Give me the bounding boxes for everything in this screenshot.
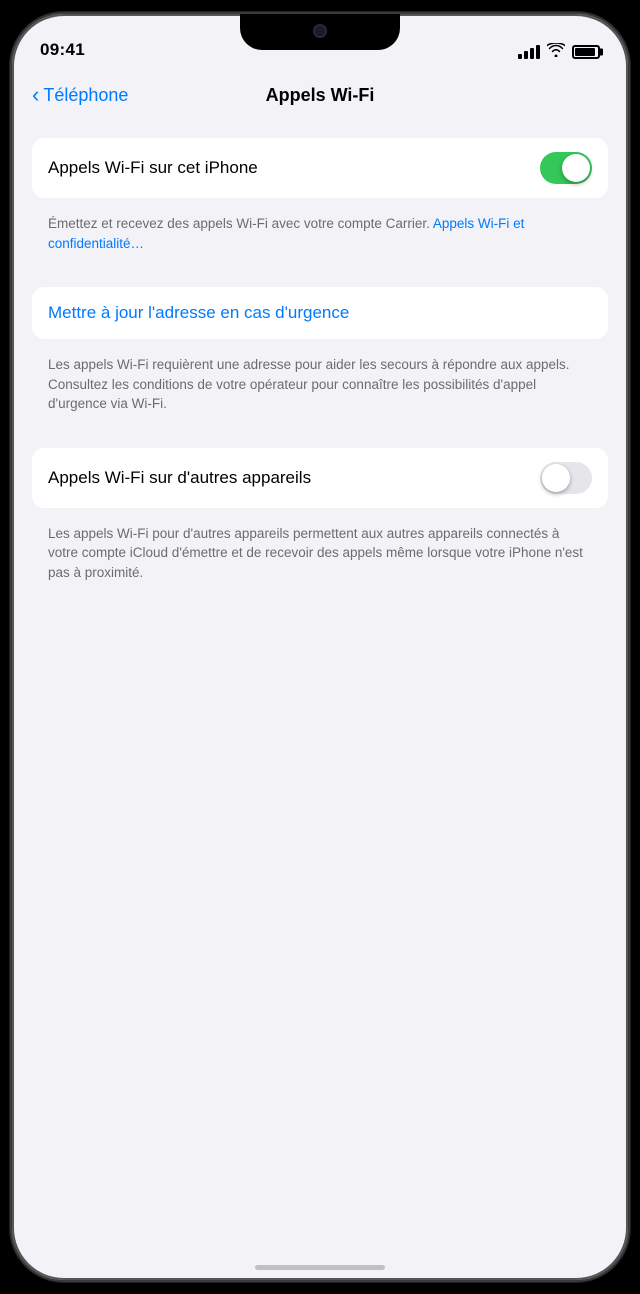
wifi-calls-other-desc: Les appels Wi-Fi pour d'autres appareils…	[32, 516, 608, 597]
volume-up-button[interactable]	[10, 304, 11, 354]
wifi-calls-other-row: Appels Wi-Fi sur d'autres appareils	[32, 448, 608, 508]
status-time: 09:41	[40, 40, 85, 60]
battery-fill	[575, 48, 595, 56]
back-button[interactable]: ‹ Téléphone	[32, 85, 128, 106]
status-icons	[518, 43, 600, 60]
notch	[240, 14, 400, 50]
nav-bar: ‹ Téléphone Appels Wi-Fi	[12, 68, 628, 122]
wifi-calls-other-card: Appels Wi-Fi sur d'autres appareils	[32, 448, 608, 508]
toggle-knob-other	[542, 464, 570, 492]
wifi-calls-iphone-label: Appels Wi-Fi sur cet iPhone	[48, 158, 540, 178]
toggle-knob	[562, 154, 590, 182]
signal-icon	[518, 45, 540, 59]
emergency-address-section: Mettre à jour l'adresse en cas d'urgence…	[32, 287, 608, 428]
emergency-address-card: Mettre à jour l'adresse en cas d'urgence	[32, 287, 608, 339]
emergency-address-desc: Les appels Wi-Fi requièrent une adresse …	[32, 347, 608, 428]
main-content: Appels Wi-Fi sur cet iPhone Émettez et r…	[12, 122, 628, 1280]
battery-icon	[572, 45, 600, 59]
volume-down-button[interactable]	[10, 369, 11, 419]
wifi-calls-other-label: Appels Wi-Fi sur d'autres appareils	[48, 468, 540, 488]
wifi-icon	[547, 43, 565, 60]
wifi-calls-other-toggle[interactable]	[540, 462, 592, 494]
wifi-calls-iphone-card: Appels Wi-Fi sur cet iPhone	[32, 138, 608, 198]
page-title: Appels Wi-Fi	[266, 85, 375, 106]
wifi-calls-iphone-toggle[interactable]	[540, 152, 592, 184]
chevron-left-icon: ‹	[32, 84, 39, 106]
back-label: Téléphone	[43, 85, 128, 106]
front-camera	[313, 24, 327, 38]
wifi-calls-other-section: Appels Wi-Fi sur d'autres appareils Les …	[32, 448, 608, 597]
update-address-row[interactable]: Mettre à jour l'adresse en cas d'urgence	[32, 287, 608, 339]
home-indicator	[255, 1265, 385, 1270]
phone-frame: 09:41 ‹ Téléph	[10, 12, 630, 1282]
wifi-calls-iphone-desc: Émettez et recevez des appels Wi-Fi avec…	[32, 206, 608, 267]
wifi-calls-iphone-row: Appels Wi-Fi sur cet iPhone	[32, 138, 608, 198]
wifi-calls-iphone-section: Appels Wi-Fi sur cet iPhone Émettez et r…	[32, 138, 608, 267]
update-address-label: Mettre à jour l'adresse en cas d'urgence	[48, 303, 349, 323]
